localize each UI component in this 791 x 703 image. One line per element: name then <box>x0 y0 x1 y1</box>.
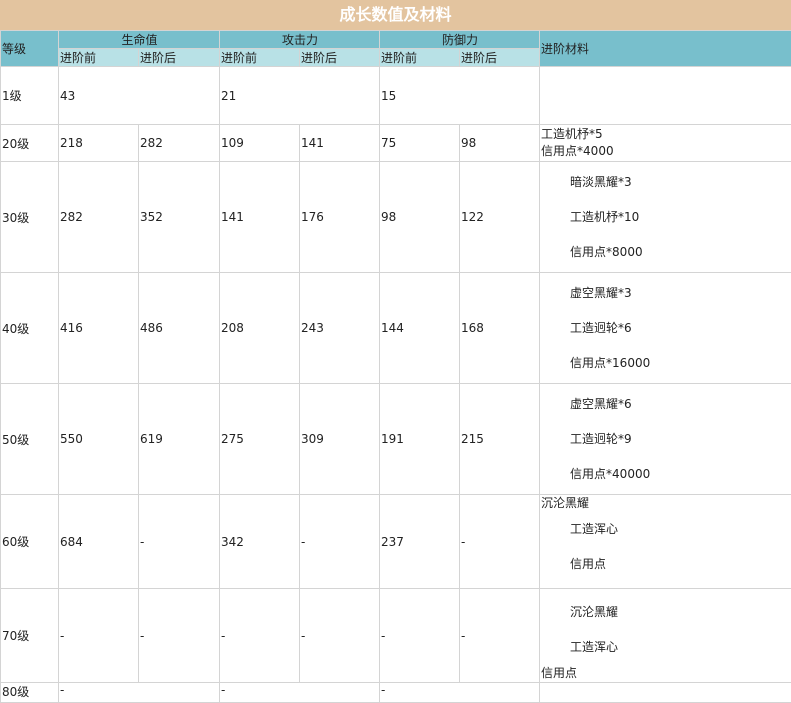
def-before-cell: 98 <box>380 162 460 273</box>
materials-cell: 暗淡黑耀*3 工造机杼*10 信用点*8000 <box>540 162 791 273</box>
def-before-cell: 75 <box>380 125 460 162</box>
materials-cell <box>540 683 791 703</box>
def-before-cell: 237 <box>380 495 460 589</box>
stats-page: 成长数值及材料 等级 生命值 攻击力 防御力 进阶材料 进阶前 进阶后 进阶前 … <box>0 0 791 699</box>
atk-cell: - <box>220 683 380 703</box>
material-item: 工造迥轮*6 <box>541 311 791 346</box>
hp-after-cell: 619 <box>139 384 220 495</box>
def-after-cell: - <box>460 589 540 683</box>
hp-before-cell: 684 <box>59 495 139 589</box>
level-cell: 20级 <box>1 125 59 162</box>
header-hp: 生命值 <box>59 31 220 49</box>
hp-cell: 43 <box>59 67 220 125</box>
header-materials: 进阶材料 <box>540 31 791 67</box>
atk-before-cell: 275 <box>220 384 300 495</box>
material-item: 信用点 <box>541 665 791 682</box>
atk-after-cell: - <box>300 589 380 683</box>
atk-before-cell: 141 <box>220 162 300 273</box>
material-item: 工造浑心 <box>541 512 791 547</box>
material-item: 工造迥轮*9 <box>541 422 791 457</box>
hp-before-cell: 218 <box>59 125 139 162</box>
table-row: 1级 43 21 15 <box>1 67 791 125</box>
level-cell: 70级 <box>1 589 59 683</box>
page-title: 成长数值及材料 <box>0 0 791 30</box>
level-cell: 1级 <box>1 67 59 125</box>
atk-before-cell: - <box>220 589 300 683</box>
material-item: 信用点*40000 <box>541 457 791 492</box>
table-row: 60级 684 - 342 - 237 - 沉沦黑耀 工造浑心 信用点 <box>1 495 791 589</box>
table-row: 80级 - - - <box>1 683 791 703</box>
atk-after-cell: 141 <box>300 125 380 162</box>
material-item: 信用点 <box>541 547 791 582</box>
table-row: 20级 218 282 109 141 75 98 工造机杼*5 信用点*400… <box>1 125 791 162</box>
materials-cell: 工造机杼*5 信用点*4000 <box>540 125 791 162</box>
atk-before-cell: 342 <box>220 495 300 589</box>
def-after-cell: 122 <box>460 162 540 273</box>
material-item: 暗淡黑耀*3 <box>541 165 791 200</box>
hp-before-cell: 550 <box>59 384 139 495</box>
header-def: 防御力 <box>380 31 540 49</box>
header-atk-after: 进阶后 <box>300 49 380 67</box>
material-item: 信用点*16000 <box>541 346 791 381</box>
header-level: 等级 <box>1 31 59 67</box>
hp-before-cell: 416 <box>59 273 139 384</box>
material-item: 虚空黑耀*3 <box>541 276 791 311</box>
material-item: 工造机杼*5 <box>541 126 791 143</box>
atk-after-cell: 309 <box>300 384 380 495</box>
atk-cell: 21 <box>220 67 380 125</box>
hp-before-cell: 282 <box>59 162 139 273</box>
material-item: 工造浑心 <box>541 630 791 665</box>
level-cell: 40级 <box>1 273 59 384</box>
material-item: 工造机杼*10 <box>541 200 791 235</box>
hp-after-cell: 282 <box>139 125 220 162</box>
materials-cell <box>540 67 791 125</box>
atk-after-cell: 243 <box>300 273 380 384</box>
table-row: 70级 - - - - - - 沉沦黑耀 工造浑心 信用点 <box>1 589 791 683</box>
table-row: 50级 550 619 275 309 191 215 虚空黑耀*6 工造迥轮*… <box>1 384 791 495</box>
header-atk-before: 进阶前 <box>220 49 300 67</box>
material-item: 信用点*8000 <box>541 235 791 270</box>
def-before-cell: 144 <box>380 273 460 384</box>
hp-before-cell: - <box>59 589 139 683</box>
hp-after-cell: - <box>139 589 220 683</box>
material-item: 信用点*4000 <box>541 143 791 160</box>
materials-cell: 虚空黑耀*6 工造迥轮*9 信用点*40000 <box>540 384 791 495</box>
materials-cell: 沉沦黑耀 工造浑心 信用点 <box>540 589 791 683</box>
atk-after-cell: - <box>300 495 380 589</box>
def-cell: 15 <box>380 67 540 125</box>
def-before-cell: - <box>380 589 460 683</box>
hp-after-cell: 486 <box>139 273 220 384</box>
header-hp-before: 进阶前 <box>59 49 139 67</box>
def-before-cell: 191 <box>380 384 460 495</box>
def-after-cell: - <box>460 495 540 589</box>
table-row: 30级 282 352 141 176 98 122 暗淡黑耀*3 工造机杼*1… <box>1 162 791 273</box>
header-def-before: 进阶前 <box>380 49 460 67</box>
level-cell: 30级 <box>1 162 59 273</box>
atk-after-cell: 176 <box>300 162 380 273</box>
hp-after-cell: - <box>139 495 220 589</box>
def-cell: - <box>380 683 540 703</box>
def-after-cell: 98 <box>460 125 540 162</box>
level-cell: 60级 <box>1 495 59 589</box>
material-item: 沉沦黑耀 <box>541 595 791 630</box>
level-cell: 50级 <box>1 384 59 495</box>
material-item: 虚空黑耀*6 <box>541 387 791 422</box>
atk-before-cell: 109 <box>220 125 300 162</box>
hp-after-cell: 352 <box>139 162 220 273</box>
stats-table: 等级 生命值 攻击力 防御力 进阶材料 进阶前 进阶后 进阶前 进阶后 进阶前 … <box>0 30 791 703</box>
level-cell: 80级 <box>1 683 59 703</box>
material-item: 沉沦黑耀 <box>541 495 791 512</box>
materials-cell: 虚空黑耀*3 工造迥轮*6 信用点*16000 <box>540 273 791 384</box>
def-after-cell: 168 <box>460 273 540 384</box>
def-after-cell: 215 <box>460 384 540 495</box>
header-row-1: 等级 生命值 攻击力 防御力 进阶材料 <box>1 31 791 49</box>
hp-cell: - <box>59 683 220 703</box>
header-atk: 攻击力 <box>220 31 380 49</box>
atk-before-cell: 208 <box>220 273 300 384</box>
materials-cell: 沉沦黑耀 工造浑心 信用点 <box>540 495 791 589</box>
header-hp-after: 进阶后 <box>139 49 220 67</box>
header-def-after: 进阶后 <box>460 49 540 67</box>
table-row: 40级 416 486 208 243 144 168 虚空黑耀*3 工造迥轮*… <box>1 273 791 384</box>
